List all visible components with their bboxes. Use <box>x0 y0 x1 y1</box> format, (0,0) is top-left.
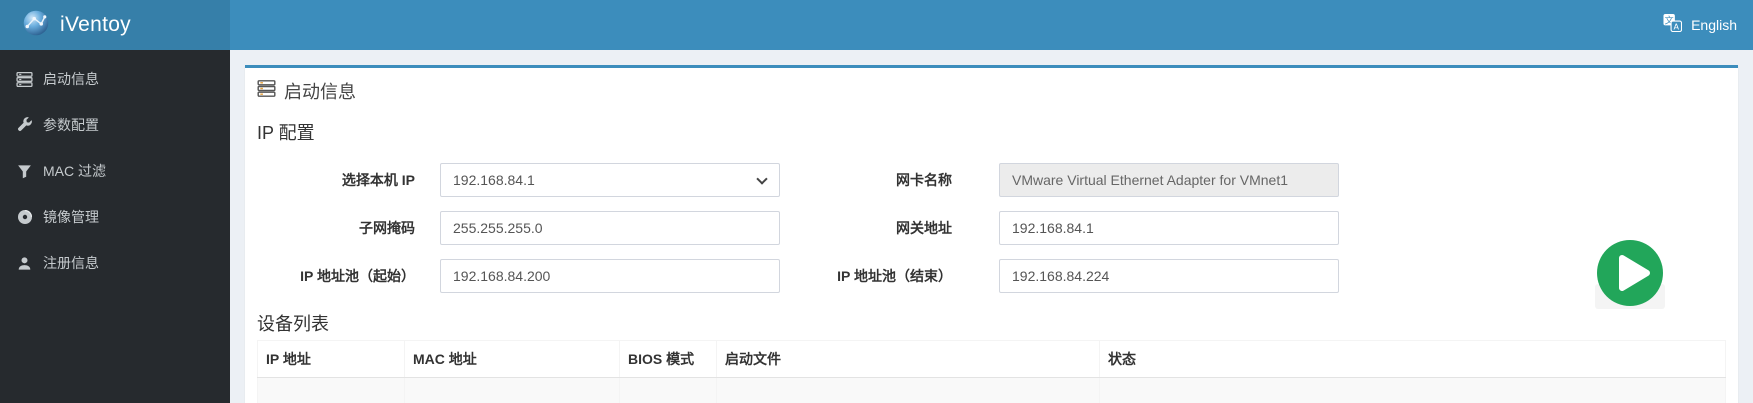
start-service-control <box>1594 235 1666 311</box>
local-ip-label: 选择本机 IP <box>341 172 415 188</box>
boot-info-panel: 启动信息 IP 配置 选择本机 IP 192.168.84.1 网卡名称 子网掩… <box>245 65 1738 403</box>
content-area: 启动信息 IP 配置 选择本机 IP 192.168.84.1 网卡名称 子网掩… <box>230 50 1753 403</box>
chevron-down-icon <box>756 173 768 185</box>
language-label: English <box>1691 17 1737 33</box>
local-ip-selected-value: 192.168.84.1 <box>453 172 535 188</box>
language-switcher[interactable]: 文 A English <box>1647 0 1753 50</box>
app-window: iVentoy 文 A English 启动信息 参数配置 MAC 过滤 镜像管… <box>0 0 1753 403</box>
device-table-header-row: IP 地址 MAC 地址 BIOS 模式 启动文件 状态 <box>257 340 1726 378</box>
pool-start-field[interactable] <box>440 259 780 293</box>
table-cell <box>404 377 620 403</box>
sidebar-item-label: 注册信息 <box>43 255 99 271</box>
table-cell <box>257 377 405 403</box>
col-header-mac: MAC 地址 <box>404 340 620 378</box>
translate-icon: 文 A <box>1663 13 1683 37</box>
table-row-empty <box>257 377 1726 403</box>
brand-logo[interactable]: iVentoy <box>0 0 230 50</box>
subnet-mask-label: 子网掩码 <box>359 220 415 236</box>
server-icon <box>257 79 276 103</box>
pool-end-field[interactable] <box>999 259 1339 293</box>
pool-start-label: IP 地址池（起始） <box>300 268 415 284</box>
sidebar-menu: 启动信息 参数配置 MAC 过滤 镜像管理 注册信息 <box>0 50 230 286</box>
sidebar-item-label: MAC 过滤 <box>43 163 106 179</box>
ip-config-section-title: IP 配置 <box>257 123 315 143</box>
sidebar-item-register-info[interactable]: 注册信息 <box>0 240 230 286</box>
pool-end-label: IP 地址池（结束） <box>837 268 952 284</box>
sidebar-item-param-config[interactable]: 参数配置 <box>0 102 230 148</box>
wrench-icon <box>16 117 33 134</box>
top-navbar: iVentoy 文 A English <box>0 0 1753 50</box>
svg-text:A: A <box>1674 22 1680 31</box>
subnet-mask-field[interactable] <box>440 211 780 245</box>
col-header-ip: IP 地址 <box>257 340 405 378</box>
nic-name-field <box>999 163 1339 197</box>
nic-name-label: 网卡名称 <box>896 172 952 188</box>
col-header-status: 状态 <box>1099 340 1726 378</box>
sidebar-item-label: 镜像管理 <box>43 209 99 225</box>
sidebar-item-label: 参数配置 <box>43 117 99 133</box>
user-icon <box>16 255 33 272</box>
table-cell <box>619 377 717 403</box>
table-cell <box>1099 377 1726 403</box>
sidebar-item-label: 启动信息 <box>43 71 99 87</box>
sidebar: 启动信息 参数配置 MAC 过滤 镜像管理 注册信息 <box>0 50 230 403</box>
table-cell <box>716 377 1100 403</box>
server-icon <box>16 71 33 88</box>
sidebar-item-image-mgmt[interactable]: 镜像管理 <box>0 194 230 240</box>
ip-config-form: 选择本机 IP 192.168.84.1 网卡名称 子网掩码 网关地址 <box>257 163 1726 293</box>
device-list-section-title: 设备列表 <box>257 314 329 334</box>
col-header-boot-file: 启动文件 <box>716 340 1100 378</box>
iventoy-globe-icon <box>22 9 50 42</box>
filter-icon <box>16 163 33 180</box>
sidebar-item-boot-info[interactable]: 启动信息 <box>0 56 230 102</box>
gateway-field[interactable] <box>999 211 1339 245</box>
disc-icon <box>16 209 33 226</box>
gateway-label: 网关地址 <box>896 220 952 236</box>
page-title: 启动信息 <box>257 80 1726 102</box>
sidebar-item-mac-filter[interactable]: MAC 过滤 <box>0 148 230 194</box>
page-title-text: 启动信息 <box>284 82 356 102</box>
device-table: IP 地址 MAC 地址 BIOS 模式 启动文件 状态 <box>257 340 1726 403</box>
local-ip-select[interactable]: 192.168.84.1 <box>440 163 780 197</box>
start-service-button[interactable] <box>1595 238 1665 308</box>
play-icon <box>1597 240 1663 306</box>
brand-name: iVentoy <box>60 13 131 36</box>
col-header-bios-mode: BIOS 模式 <box>619 340 717 378</box>
